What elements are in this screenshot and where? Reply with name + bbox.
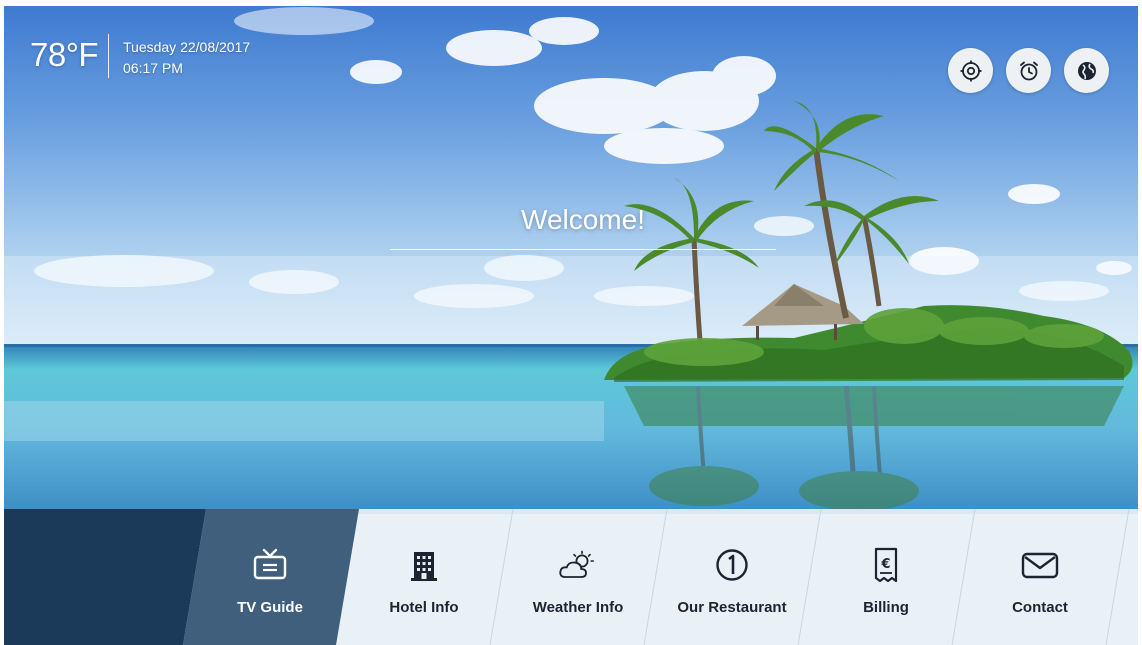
menu-item-tv-guide[interactable]: TV Guide (193, 509, 347, 645)
date-time: Tuesday 22/08/2017 06:17 PM (123, 37, 250, 79)
menu-item-label: Hotel Info (389, 599, 459, 616)
menu-item-label: Billing (863, 599, 909, 616)
menu-item-hotel-info[interactable]: Hotel Info (347, 509, 501, 645)
top-status-bar: 78°F Tuesday 22/08/2017 06:17 PM (4, 6, 1138, 96)
welcome-heading: Welcome! (521, 204, 645, 235)
divider (108, 34, 109, 78)
menu-item-contact[interactable]: Contact (963, 509, 1117, 645)
screen: 78°F Tuesday 22/08/2017 06:17 PM Welcome… (4, 6, 1138, 645)
mail-icon (1020, 547, 1060, 583)
menu-item-billing[interactable]: € Billing (809, 509, 963, 645)
menu-item-label: Our Restaurant (677, 599, 787, 616)
tv-icon (250, 547, 290, 583)
menu-item-label: TV Guide (237, 599, 303, 616)
restaurant-icon (712, 547, 752, 583)
temperature: 78°F (30, 36, 99, 73)
bill-icon: € (866, 547, 906, 583)
menu-item-label: Weather Info (532, 599, 624, 616)
menu-item-our-restaurant[interactable]: Our Restaurant (655, 509, 809, 645)
language-button[interactable] (1064, 48, 1109, 93)
time-text: 06:17 PM (123, 60, 183, 76)
weather-icon (558, 547, 598, 583)
svg-text:€: € (880, 557, 890, 572)
target-icon (960, 60, 981, 81)
globe-icon (1077, 61, 1096, 80)
menu-item-weather-info[interactable]: Weather Info (501, 509, 655, 645)
building-icon (404, 547, 444, 583)
menu-item-label: Contact (1012, 599, 1068, 616)
alarm-button[interactable] (1006, 48, 1051, 93)
target-button[interactable] (948, 48, 993, 93)
date-text: Tuesday 22/08/2017 (123, 39, 251, 55)
alarm-clock-icon (1019, 61, 1038, 80)
welcome-underline (390, 249, 776, 250)
main-menu-bar: TV Guide Hotel Info Weather Info Our Res… (4, 509, 1138, 645)
top-icon-group (948, 48, 1109, 93)
